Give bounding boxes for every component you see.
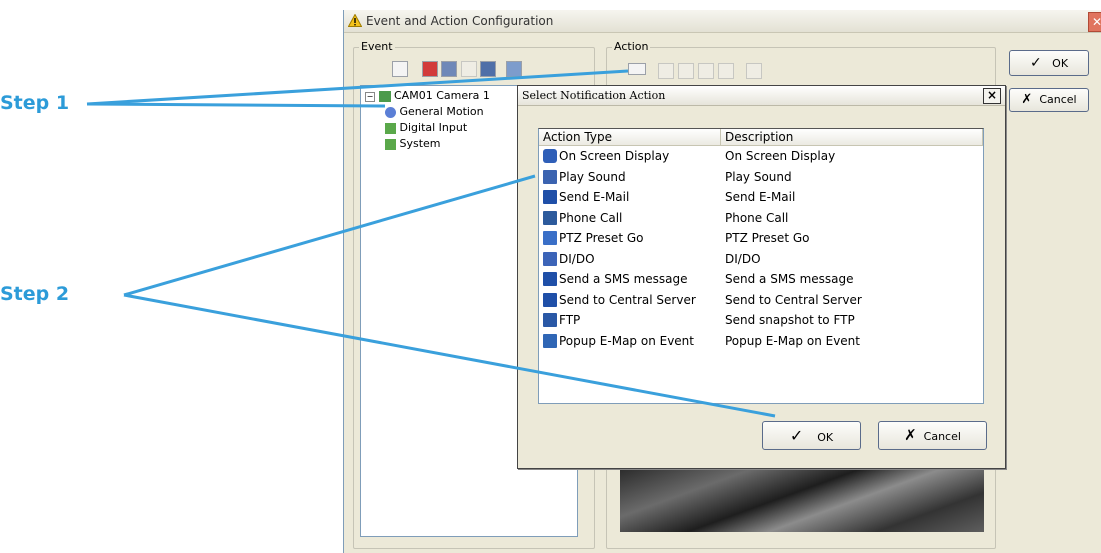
annotation-lines: [86, 69, 776, 418]
step2-line-b: [123, 293, 776, 418]
step1-line-a: [86, 69, 629, 106]
step2-line-a: [123, 174, 536, 297]
step1-line-b: [86, 102, 386, 108]
